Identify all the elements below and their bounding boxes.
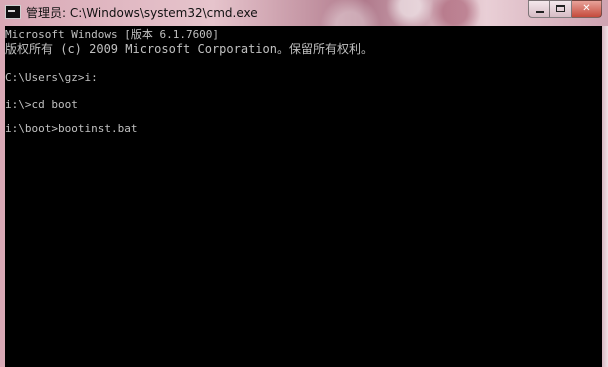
- window-title: 管理员: C:\Windows\system32\cmd.exe: [26, 6, 258, 20]
- minimize-button[interactable]: [528, 0, 550, 18]
- maximize-button[interactable]: [550, 0, 572, 18]
- console-line: 版权所有 (c) 2009 Microsoft Corporation。保留所有…: [5, 42, 373, 56]
- console-line: i:\boot>bootinst.bat: [5, 122, 138, 135]
- close-icon: ✕: [582, 3, 591, 14]
- console-line: C:\Users\gz>i:: [5, 71, 98, 84]
- title-bar[interactable]: 管理员: C:\Windows\system32\cmd.exe ✕: [0, 0, 608, 26]
- console-output[interactable]: Microsoft Windows [版本 6.1.7600] 版权所有 (c)…: [5, 26, 602, 367]
- cmd-window: 管理员: C:\Windows\system32\cmd.exe ✕ Micro…: [0, 0, 608, 367]
- close-button[interactable]: ✕: [572, 0, 602, 18]
- console-line: i:\>cd boot: [5, 98, 78, 111]
- vertical-scrollbar[interactable]: [602, 26, 608, 367]
- console-line: Microsoft Windows [版本 6.1.7600]: [5, 28, 220, 41]
- minimize-icon: [536, 11, 544, 13]
- maximize-icon: [556, 5, 565, 12]
- cmd-icon[interactable]: [5, 5, 21, 19]
- window-controls: ✕: [528, 0, 602, 18]
